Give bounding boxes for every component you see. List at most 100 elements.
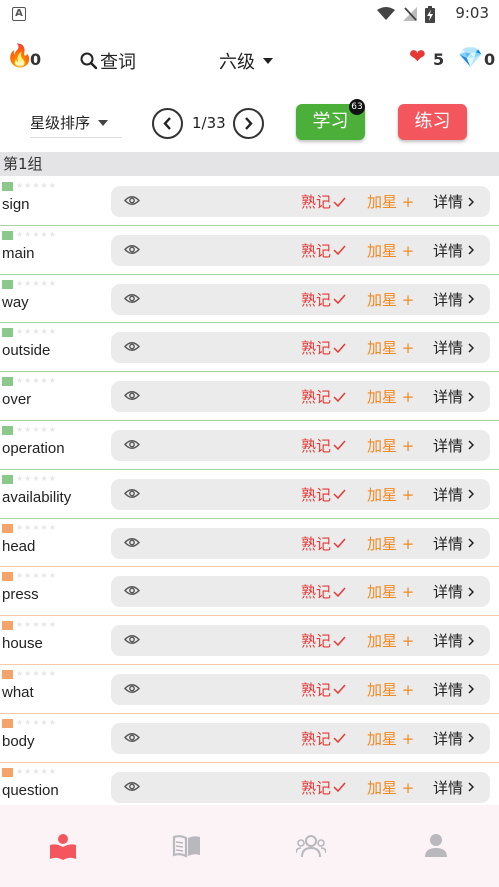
details-button[interactable]: 详情 [433, 679, 475, 700]
details-button[interactable]: 详情 [433, 289, 475, 310]
mastered-button[interactable]: 熟记 [301, 289, 346, 310]
add-star-button[interactable]: 加星 + [367, 777, 414, 798]
chevron-right-icon [468, 587, 475, 597]
add-star-button[interactable]: 加星 + [367, 581, 414, 602]
system-icons [377, 5, 435, 23]
details-button[interactable]: 详情 [433, 386, 475, 407]
mastered-button[interactable]: 熟记 [301, 386, 346, 407]
chevron-left-icon [163, 117, 171, 130]
nav-profile-tab[interactable] [423, 833, 453, 861]
details-button[interactable]: 详情 [433, 777, 475, 798]
eye-icon[interactable] [124, 683, 140, 694]
details-label: 详情 [433, 680, 464, 699]
star-rating: ★★★★★ [16, 522, 57, 532]
details-button[interactable]: 详情 [433, 435, 475, 456]
eye-icon[interactable] [124, 390, 140, 401]
word-text: availability [2, 488, 72, 506]
bottom-nav [0, 805, 499, 887]
add-star-button[interactable]: 加星 + [367, 435, 414, 456]
mastered-button[interactable]: 熟记 [301, 777, 346, 798]
mastered-button[interactable]: 熟记 [301, 679, 346, 700]
level-tag [2, 474, 13, 484]
mastered-button[interactable]: 熟记 [301, 191, 346, 212]
eye-icon[interactable] [124, 537, 140, 548]
add-star-label: 加星 [367, 388, 398, 407]
chevron-right-icon [468, 294, 475, 304]
eye-icon[interactable] [124, 585, 140, 596]
word-row: ★★★★★ sign 熟记 加星 + 详情 [0, 177, 499, 226]
details-button[interactable]: 详情 [433, 484, 475, 505]
list-controls: 星级排序 1/33 学习 63 练习 [0, 92, 499, 150]
heart-icon[interactable]: ❤ [409, 44, 426, 68]
nav-community-tab[interactable] [295, 833, 327, 861]
details-button[interactable]: 详情 [433, 728, 475, 749]
nav-book-tab[interactable] [172, 833, 202, 861]
caret-down-icon [263, 58, 273, 64]
star-rating: ★★★★★ [16, 620, 57, 630]
add-star-button[interactable]: 加星 + [367, 337, 414, 358]
mastered-button[interactable]: 熟记 [301, 728, 346, 749]
search-word-button[interactable]: 查词 [80, 48, 136, 74]
details-button[interactable]: 详情 [433, 191, 475, 212]
level-selector[interactable]: 六级 [219, 48, 273, 74]
word-actions-panel: 熟记 加星 + 详情 [111, 429, 490, 461]
mastered-button[interactable]: 熟记 [301, 337, 346, 358]
mastered-label: 熟记 [301, 778, 332, 797]
practice-button[interactable]: 练习 [398, 104, 467, 140]
word-actions-panel: 熟记 加星 + 详情 [111, 527, 490, 559]
mastered-button[interactable]: 熟记 [301, 240, 346, 261]
add-star-button[interactable]: 加星 + [367, 630, 414, 651]
eye-icon[interactable] [124, 781, 140, 792]
add-star-button[interactable]: 加星 + [367, 728, 414, 749]
profile-icon [425, 834, 447, 857]
word-text: main [2, 244, 35, 262]
eye-icon[interactable] [124, 439, 140, 450]
add-star-button[interactable]: 加星 + [367, 679, 414, 700]
eye-icon[interactable] [124, 195, 140, 206]
mastered-button[interactable]: 熟记 [301, 484, 346, 505]
level-tag [2, 279, 13, 289]
level-tag [2, 523, 13, 533]
details-button[interactable]: 详情 [433, 581, 475, 602]
details-button[interactable]: 详情 [433, 630, 475, 651]
check-icon [333, 489, 346, 500]
add-star-label: 加星 [367, 193, 398, 211]
plus-icon: + [397, 778, 415, 797]
eye-icon[interactable] [124, 732, 140, 743]
word-actions-panel: 熟记 加星 + 详情 [111, 673, 490, 705]
details-button[interactable]: 详情 [433, 337, 475, 358]
add-star-label: 加星 [367, 778, 398, 797]
next-page-button[interactable] [233, 108, 264, 139]
level-tag [2, 425, 13, 435]
eye-icon[interactable] [124, 488, 140, 499]
add-star-button[interactable]: 加星 + [367, 386, 414, 407]
plus-icon: + [397, 241, 415, 260]
word-actions-panel: 熟记 加星 + 详情 [111, 576, 490, 608]
plus-icon: + [397, 632, 415, 651]
add-star-button[interactable]: 加星 + [367, 240, 414, 261]
check-icon [333, 782, 346, 793]
mastered-button[interactable]: 熟记 [301, 533, 346, 554]
eye-icon[interactable] [124, 341, 140, 352]
add-star-button[interactable]: 加星 + [367, 484, 414, 505]
chevron-right-icon [468, 684, 475, 694]
sort-dropdown[interactable]: 星级排序 [30, 112, 122, 138]
mastered-button[interactable]: 熟记 [301, 630, 346, 651]
eye-icon[interactable] [124, 244, 140, 255]
details-button[interactable]: 详情 [433, 240, 475, 261]
star-rating: ★★★★★ [16, 376, 57, 386]
word-row: ★★★★★ body 熟记 加星 + 详情 [0, 714, 499, 763]
previous-page-button[interactable] [152, 108, 183, 139]
details-button[interactable]: 详情 [433, 533, 475, 554]
diamond-icon[interactable]: 💎 [458, 45, 483, 69]
nav-learn-tab[interactable] [48, 833, 78, 861]
word-actions-panel: 熟记 加星 + 详情 [111, 234, 490, 266]
add-star-button[interactable]: 加星 + [367, 533, 414, 554]
chevron-right-icon [468, 440, 475, 451]
mastered-button[interactable]: 熟记 [301, 581, 346, 602]
mastered-button[interactable]: 熟记 [301, 435, 346, 456]
add-star-button[interactable]: 加星 + [367, 289, 414, 310]
eye-icon[interactable] [124, 634, 140, 645]
add-star-button[interactable]: 加星 + [367, 191, 414, 212]
eye-icon[interactable] [124, 293, 140, 304]
